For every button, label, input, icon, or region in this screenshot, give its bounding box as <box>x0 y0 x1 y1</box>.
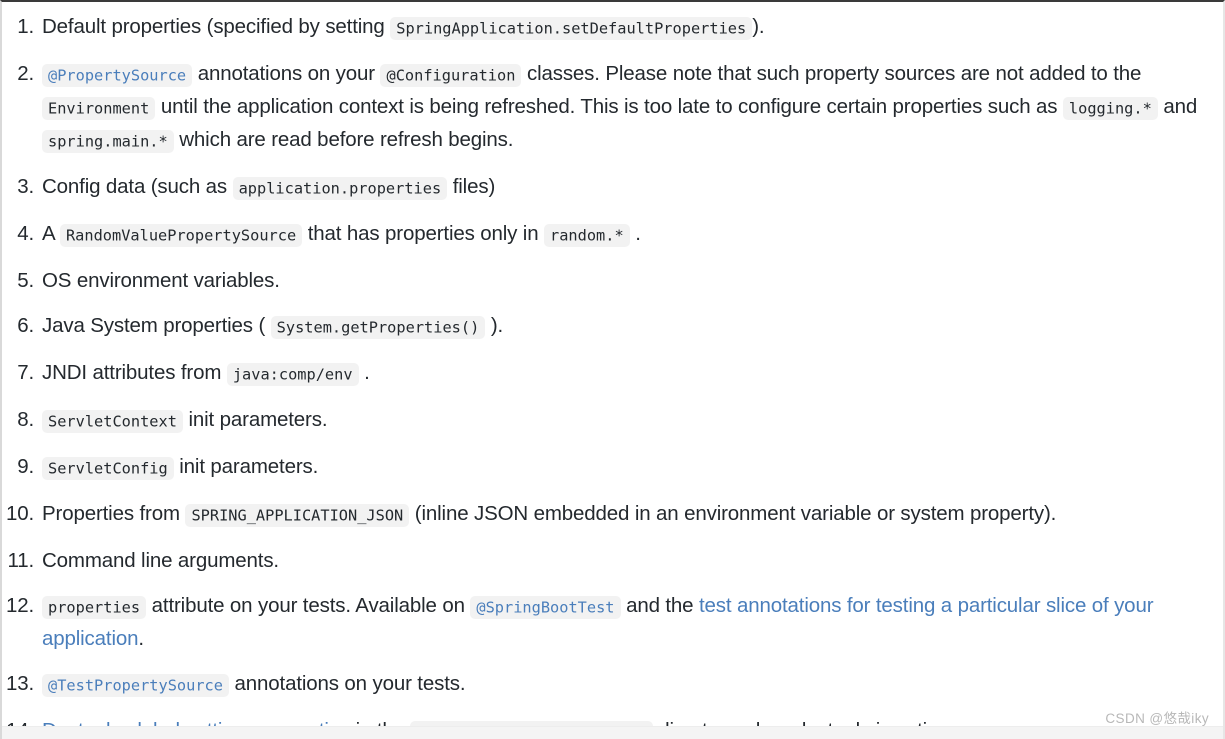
inline-code: spring.main.* <box>42 129 174 153</box>
text-segment: A <box>42 222 60 245</box>
list-item: Java System properties ( System.getPrope… <box>2 310 1223 343</box>
inline-code: random.* <box>544 223 630 247</box>
list-item: @TestPropertySource annotations on your … <box>2 668 1223 701</box>
inline-code: logging.* <box>1062 96 1158 120</box>
inline-code-link[interactable]: @PropertySource <box>42 63 193 87</box>
property-source-ordered-list: Default properties (specified by setting… <box>2 2 1223 739</box>
text-segment: annotations on your <box>192 62 381 85</box>
text-segment: (inline JSON embedded in an environment … <box>409 502 1057 525</box>
text-segment: . <box>358 361 370 384</box>
text-segment: Java System properties ( <box>42 314 271 337</box>
inline-code: ServletContext <box>42 409 183 433</box>
list-item: properties attribute on your tests. Avai… <box>2 590 1223 654</box>
inline-code: System.getProperties() <box>270 315 486 339</box>
list-item: Command line arguments. <box>2 545 1223 576</box>
inline-code: java:comp/env <box>226 362 359 386</box>
text-segment: until the application context is being r… <box>155 95 1063 118</box>
text-segment: Default properties (specified by setting <box>42 15 391 38</box>
text-segment: files) <box>447 175 496 198</box>
footer-strip <box>2 726 1223 739</box>
text-segment: Config data (such as <box>42 175 233 198</box>
document-body: Default properties (specified by setting… <box>2 2 1223 739</box>
list-item: A RandomValuePropertySource that has pro… <box>2 218 1223 251</box>
csdn-watermark: CSDN @悠哉iky <box>1105 711 1209 726</box>
inline-code: Environment <box>42 96 156 120</box>
text-segment: JNDI attributes from <box>42 361 227 384</box>
list-item: ServletContext init parameters. <box>2 404 1223 437</box>
inline-code: @Configuration <box>380 63 522 87</box>
text-segment: ). <box>752 15 765 38</box>
inline-code: application.properties <box>232 176 448 200</box>
text-segment: . <box>138 627 144 650</box>
list-item: OS environment variables. <box>2 265 1223 296</box>
inline-code: SPRING_APPLICATION_JSON <box>185 503 410 527</box>
text-segment: classes. Please note that such property … <box>521 62 1142 85</box>
text-segment: ). <box>485 314 504 337</box>
list-item: JNDI attributes from java:comp/env . <box>2 357 1223 390</box>
list-item: @PropertySource annotations on your @Con… <box>2 58 1223 157</box>
inline-code-link[interactable]: @SpringBootTest <box>470 595 621 619</box>
documentation-page: Default properties (specified by setting… <box>0 0 1225 739</box>
text-segment: Properties from <box>42 502 186 525</box>
text-segment: init parameters. <box>173 455 319 478</box>
text-segment: and the <box>620 594 699 617</box>
inline-code: RandomValuePropertySource <box>59 223 303 247</box>
text-segment: which are read before refresh begins. <box>173 128 514 151</box>
inline-code: SpringApplication.setDefaultProperties <box>390 16 753 40</box>
list-item: Default properties (specified by setting… <box>2 11 1223 44</box>
inline-code-link[interactable]: @TestPropertySource <box>42 673 229 697</box>
inline-code: ServletConfig <box>42 456 174 480</box>
text-segment: OS environment variables. <box>42 269 280 292</box>
list-item: Config data (such as application.propert… <box>2 171 1223 204</box>
text-segment: init parameters. <box>182 408 328 431</box>
text-segment: Command line arguments. <box>42 549 279 572</box>
inline-code: properties <box>42 595 147 619</box>
text-segment: annotations on your tests. <box>228 672 466 695</box>
text-segment: and <box>1157 95 1198 118</box>
list-item: Properties from SPRING_APPLICATION_JSON … <box>2 498 1223 531</box>
text-segment: . <box>629 222 641 245</box>
list-item: ServletConfig init parameters. <box>2 451 1223 484</box>
text-segment: attribute on your tests. Available on <box>146 594 471 617</box>
text-segment: that has properties only in <box>302 222 544 245</box>
